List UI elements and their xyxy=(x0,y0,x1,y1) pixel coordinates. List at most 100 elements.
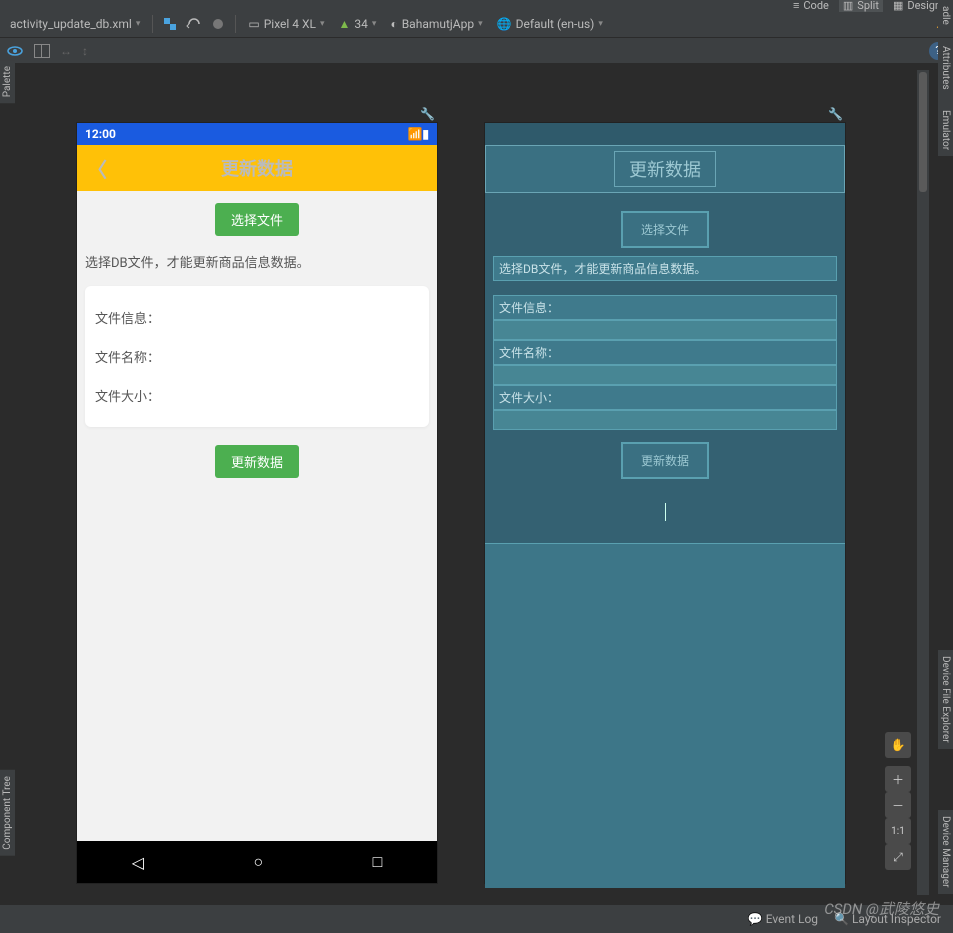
menu-icon: ≡ xyxy=(793,0,799,12)
attributes-tab[interactable]: Attributes Emulator xyxy=(938,40,953,156)
file-info-label: 文件信息： xyxy=(95,298,419,337)
chevron-down-icon: ▾ xyxy=(478,19,483,29)
android-nav-bar: ◁ ○ □ xyxy=(77,841,437,883)
device-file-explorer-tab[interactable]: Device File Explorer xyxy=(938,650,953,749)
zoom-out-button[interactable]: － xyxy=(885,792,911,818)
hint-text: 选择DB文件，才能更新商品信息数据。 xyxy=(83,248,431,280)
locale-dropdown[interactable]: 🌐 Default (en-us)▾ xyxy=(493,15,607,33)
nav-back-icon[interactable]: ◁ xyxy=(132,853,144,872)
scrollbar-thumb[interactable] xyxy=(919,72,927,192)
file-size-label: 文件大小： xyxy=(493,385,837,410)
app-title-bar: 〈 更新数据 xyxy=(77,145,437,191)
tab-code[interactable]: ≡Code xyxy=(789,0,833,12)
design-toolbar: activity_update_db.xml ▾ ▭ Pixel 4 XL ▾ ▲34… xyxy=(0,10,953,38)
nav-recent-icon[interactable]: □ xyxy=(373,852,383,872)
file-name-label: 文件名称： xyxy=(95,337,419,376)
design-surface-icon[interactable] xyxy=(161,15,179,33)
device-label: Pixel 4 XL xyxy=(264,17,316,31)
event-log-button[interactable]: 💬 Event Log xyxy=(748,912,818,926)
design-icon: ▦ xyxy=(893,0,903,12)
file-name-label: activity_update_db.xml xyxy=(10,17,132,31)
palette-label: Palette xyxy=(2,66,13,97)
file-size-value xyxy=(493,410,837,430)
dm-label: Device Manager xyxy=(940,816,951,888)
tab-split-label: Split xyxy=(857,0,879,12)
component-tree-label: Component Tree xyxy=(2,776,13,850)
device-dropdown[interactable]: ▭ Pixel 4 XL ▾ xyxy=(244,15,328,33)
android-status-bar xyxy=(485,123,845,145)
file-dropdown[interactable]: activity_update_db.xml ▾ xyxy=(6,15,144,33)
chevron-down-icon: ▾ xyxy=(320,19,325,29)
design-workspace: 🔧 🔧 12:00 📶 ▮ 〈 更新数据 选择文件 选择DB文件，才能更新商品信… xyxy=(15,70,929,895)
clock-label: 12:00 xyxy=(85,127,116,141)
palette-tab[interactable]: Palette xyxy=(0,60,15,103)
zoom-in-button[interactable]: ＋ xyxy=(885,766,911,792)
separator xyxy=(152,15,153,33)
horizontal-resize-icon[interactable]: ↔ xyxy=(60,44,72,58)
component-tree-tab[interactable]: Component Tree xyxy=(0,770,15,856)
update-data-button[interactable]: 更新数据 xyxy=(621,442,709,479)
file-info-card: 文件信息： 文件名称： 文件大小： xyxy=(85,286,429,427)
blueprint-filler xyxy=(485,543,845,888)
android-status-bar: 12:00 📶 ▮ xyxy=(77,123,437,145)
locale-label: Default (en-us) xyxy=(516,17,595,31)
tab-split[interactable]: ▥ Split xyxy=(839,0,883,12)
layout-grid-icon[interactable] xyxy=(34,44,50,58)
file-size-label: 文件大小： xyxy=(95,376,419,415)
back-icon[interactable]: 〈 xyxy=(87,154,107,183)
zoom-fit-button[interactable]: ⤢ xyxy=(885,844,911,870)
separator xyxy=(235,15,236,33)
battery-icon: ▮ xyxy=(422,127,429,141)
pan-icon[interactable]: ✋ xyxy=(885,732,911,758)
event-log-label: Event Log xyxy=(766,912,818,926)
view-options-icon[interactable]: 🔧 xyxy=(420,107,435,121)
chevron-down-icon: ▾ xyxy=(598,19,603,29)
blueprint-preview: 更新数据 选择文件 选择DB文件，才能更新商品信息数据。 文件信息： 文件名称：… xyxy=(485,123,845,883)
text-cursor xyxy=(665,503,666,521)
phone-icon: ▭ xyxy=(248,17,259,31)
android-icon: ▲ xyxy=(339,17,351,31)
design-preview: 12:00 📶 ▮ 〈 更新数据 选择文件 选择DB文件，才能更新商品信息数据。… xyxy=(77,123,437,883)
api-label: 34 xyxy=(354,17,368,31)
gradle-label: adle xyxy=(940,6,951,25)
page-title: 更新数据 xyxy=(221,155,293,181)
view-mode-tabs: ≡Code ▥ Split ▦ Design xyxy=(0,0,953,10)
update-data-button[interactable]: 更新数据 xyxy=(215,445,299,478)
globe-icon: 🌐 xyxy=(497,17,512,31)
night-mode-icon[interactable] xyxy=(209,15,227,33)
page-title: 更新数据 xyxy=(614,151,716,187)
app-content: 选择文件 选择DB文件，才能更新商品信息数据。 文件信息： 文件名称： 文件大小… xyxy=(77,191,437,490)
tab-design[interactable]: ▦ Design xyxy=(889,0,945,12)
vertical-resize-icon[interactable]: ↕ xyxy=(82,44,88,58)
emulator-label: Emulator xyxy=(940,110,951,150)
app-label: BahamutjApp xyxy=(402,17,474,31)
layout-inspector-button[interactable]: 🔍 Layout Inspector xyxy=(834,912,941,926)
zoom-ratio-button[interactable]: 1:1 xyxy=(885,818,911,844)
select-file-button[interactable]: 选择文件 xyxy=(215,203,299,236)
layout-inspector-label: Layout Inspector xyxy=(852,912,941,926)
app-theme-dropdown[interactable]: ◐BahamutjApp▾ xyxy=(386,15,486,33)
device-manager-tab[interactable]: Device Manager xyxy=(938,810,953,894)
tab-design-label: Design xyxy=(907,0,941,12)
select-file-button[interactable]: 选择文件 xyxy=(621,211,709,248)
file-info-label: 文件信息： xyxy=(493,295,837,320)
split-icon: ▥ xyxy=(843,0,853,12)
view-options-icon[interactable]: 🔧 xyxy=(828,107,843,121)
orientation-icon[interactable] xyxy=(185,15,203,33)
file-info-value xyxy=(493,320,837,340)
api-dropdown[interactable]: ▲34 ▾ xyxy=(335,15,381,33)
nav-home-icon[interactable]: ○ xyxy=(253,852,263,872)
gradle-tab[interactable]: adle xyxy=(938,0,953,31)
chevron-down-icon: ▾ xyxy=(372,19,377,29)
visibility-icon[interactable] xyxy=(6,42,24,60)
view-options-toolbar: ↔ ↕ ? xyxy=(0,38,953,64)
ide-status-bar: 💬 Event Log 🔍 Layout Inspector xyxy=(0,905,953,933)
file-name-value xyxy=(493,365,837,385)
wifi-icon: 📶 xyxy=(407,127,422,141)
attributes-label: Attributes xyxy=(940,46,951,90)
file-name-label: 文件名称： xyxy=(493,340,837,365)
vertical-scrollbar[interactable] xyxy=(917,70,929,895)
chevron-down-icon: ▾ xyxy=(136,19,141,29)
dfe-label: Device File Explorer xyxy=(940,656,951,743)
hint-text: 选择DB文件，才能更新商品信息数据。 xyxy=(493,256,837,281)
